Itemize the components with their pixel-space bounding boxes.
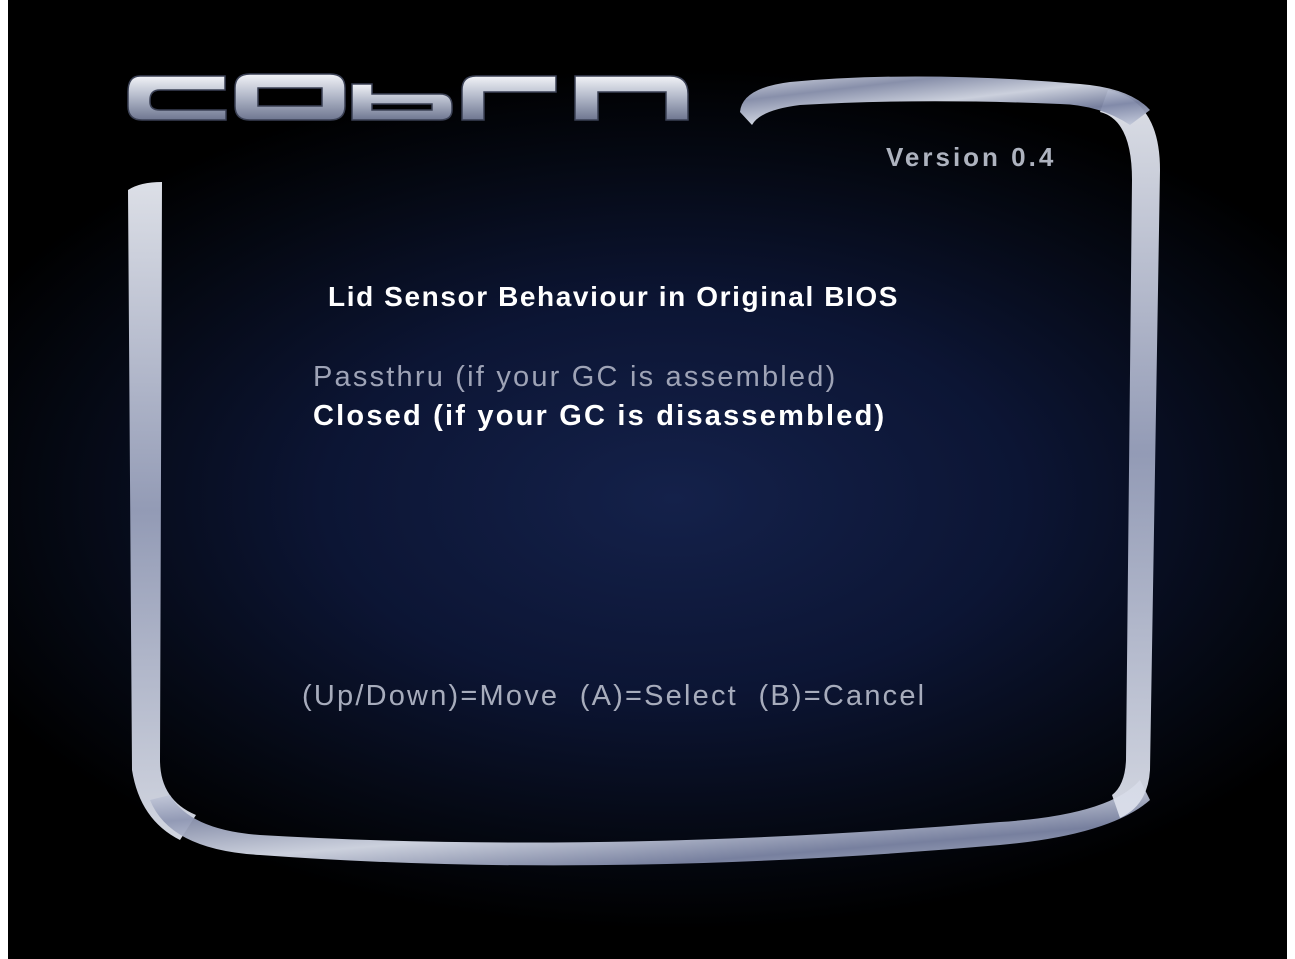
menu-title: Lid Sensor Behaviour in Original BIOS <box>328 281 900 312</box>
bios-screen: Version 0.4 Lid Sensor Behaviour in Orig… <box>0 0 1295 959</box>
menu-option-passthru[interactable]: Passthru (if your GC is assembled) <box>313 361 837 394</box>
cobra-logo <box>127 73 689 121</box>
menu-option-closed-selected[interactable]: Closed (if your GC is disassembled) <box>313 400 886 433</box>
frame-bottom-band <box>150 780 1150 866</box>
frame-right-band <box>1100 90 1160 818</box>
controls-hint: (Up/Down)=Move (A)=Select (B)=Cancel <box>302 680 927 712</box>
decorative-frame <box>127 73 1160 866</box>
frame-left-band <box>128 182 196 840</box>
version-label: Version 0.4 <box>886 142 1057 172</box>
frame-top-band <box>740 76 1150 125</box>
